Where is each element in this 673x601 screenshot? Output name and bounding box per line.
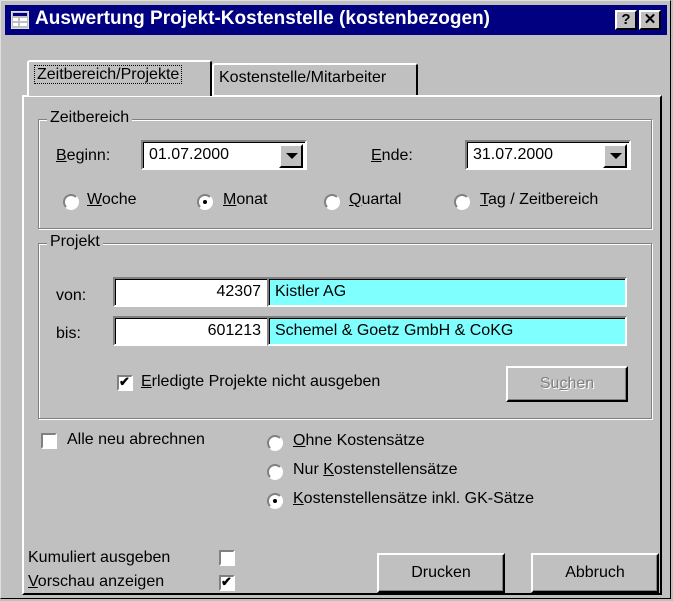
close-button[interactable]: ✕ bbox=[639, 10, 661, 30]
erledigte-label[interactable]: Erledigte Projekte nicht ausgeben bbox=[141, 373, 380, 391]
alle-neu-abrechnen-label[interactable]: Alle neu abrechnen bbox=[67, 431, 205, 449]
report-app-icon bbox=[11, 11, 29, 29]
radio-tag-zeitbereich[interactable] bbox=[454, 194, 470, 210]
ende-value: 31.07.2000 bbox=[473, 146, 554, 163]
drucken-button[interactable]: Drucken bbox=[377, 553, 505, 593]
radio-kostenstellensaetze-inkl-gk-label[interactable]: Kostenstellensätze inkl. GK-Sätze bbox=[293, 490, 534, 508]
help-button[interactable]: ? bbox=[615, 10, 637, 30]
kumuliert-ausgeben-label[interactable]: Kumuliert ausgeben bbox=[28, 549, 170, 567]
dialog-window: Auswertung Projekt-Kostenstelle (kostenb… bbox=[0, 0, 671, 599]
von-project-name-field: Kistler AG bbox=[267, 277, 627, 307]
beginn-date-dropdown[interactable]: 01.07.2000 bbox=[141, 140, 307, 170]
alle-neu-abrechnen-checkbox[interactable] bbox=[41, 433, 57, 449]
vorschau-anzeigen-label[interactable]: Vorschau anzeigen bbox=[28, 573, 164, 591]
ende-chevron-down-icon[interactable] bbox=[603, 144, 627, 168]
radio-quartal[interactable] bbox=[324, 194, 340, 210]
radio-ohne-kostensaetze-label[interactable]: Ohne Kostensätze bbox=[293, 432, 425, 450]
tab-label: Zeitbereich/Projekte bbox=[34, 65, 183, 84]
ende-label: Ende: bbox=[371, 147, 413, 164]
vorschau-anzeigen-checkbox[interactable] bbox=[219, 574, 235, 591]
zeitbereich-legend: Zeitbereich bbox=[47, 109, 133, 127]
ende-date-dropdown[interactable]: 31.07.2000 bbox=[465, 140, 631, 170]
window-title: Auswertung Projekt-Kostenstelle (kostenb… bbox=[35, 8, 491, 29]
radio-quartal-label[interactable]: Quartal bbox=[349, 191, 401, 209]
von-label: von: bbox=[56, 287, 87, 304]
tab-kostenstelle-mitarbeiter[interactable]: Kostenstelle/Mitarbeiter bbox=[212, 63, 418, 95]
radio-tag-zeitbereich-label[interactable]: Tag / Zeitbereich bbox=[480, 191, 598, 209]
radio-ohne-kostensaetze[interactable] bbox=[267, 435, 283, 451]
beginn-label: Beginn: bbox=[56, 147, 111, 164]
radio-nur-kostenstellensaetze-label[interactable]: Nur Kostenstellensätze bbox=[293, 461, 458, 479]
beginn-value: 01.07.2000 bbox=[149, 146, 230, 163]
title-bar[interactable]: Auswertung Projekt-Kostenstelle (kostenb… bbox=[5, 5, 667, 35]
radio-woche[interactable] bbox=[63, 194, 79, 210]
abbruch-button[interactable]: Abbruch bbox=[531, 553, 659, 593]
tab-label: Kostenstelle/Mitarbeiter bbox=[219, 69, 387, 86]
radio-monat[interactable] bbox=[197, 194, 213, 210]
projekt-legend: Projekt bbox=[47, 233, 103, 251]
radio-kostenstellensaetze-inkl-gk[interactable] bbox=[267, 493, 283, 509]
bis-label: bis: bbox=[56, 325, 81, 342]
suchen-button[interactable]: Suchen bbox=[506, 366, 628, 402]
kumuliert-ausgeben-checkbox[interactable] bbox=[219, 550, 235, 566]
von-project-number-input[interactable]: 42307 bbox=[113, 277, 269, 307]
zeitbereich-group: Zeitbereich bbox=[38, 109, 652, 229]
erledigte-checkbox[interactable] bbox=[117, 374, 133, 391]
tab-zeitbereich-projekte[interactable]: Zeitbereich/Projekte bbox=[27, 60, 212, 96]
bis-project-number-input[interactable]: 601213 bbox=[113, 316, 269, 346]
beginn-chevron-down-icon[interactable] bbox=[279, 144, 303, 168]
bis-project-name-field: Schemel & Goetz GmbH & CoKG bbox=[267, 316, 627, 346]
radio-monat-label[interactable]: Monat bbox=[223, 191, 267, 209]
radio-nur-kostenstellensaetze[interactable] bbox=[267, 464, 283, 480]
radio-woche-label[interactable]: Woche bbox=[87, 191, 137, 209]
